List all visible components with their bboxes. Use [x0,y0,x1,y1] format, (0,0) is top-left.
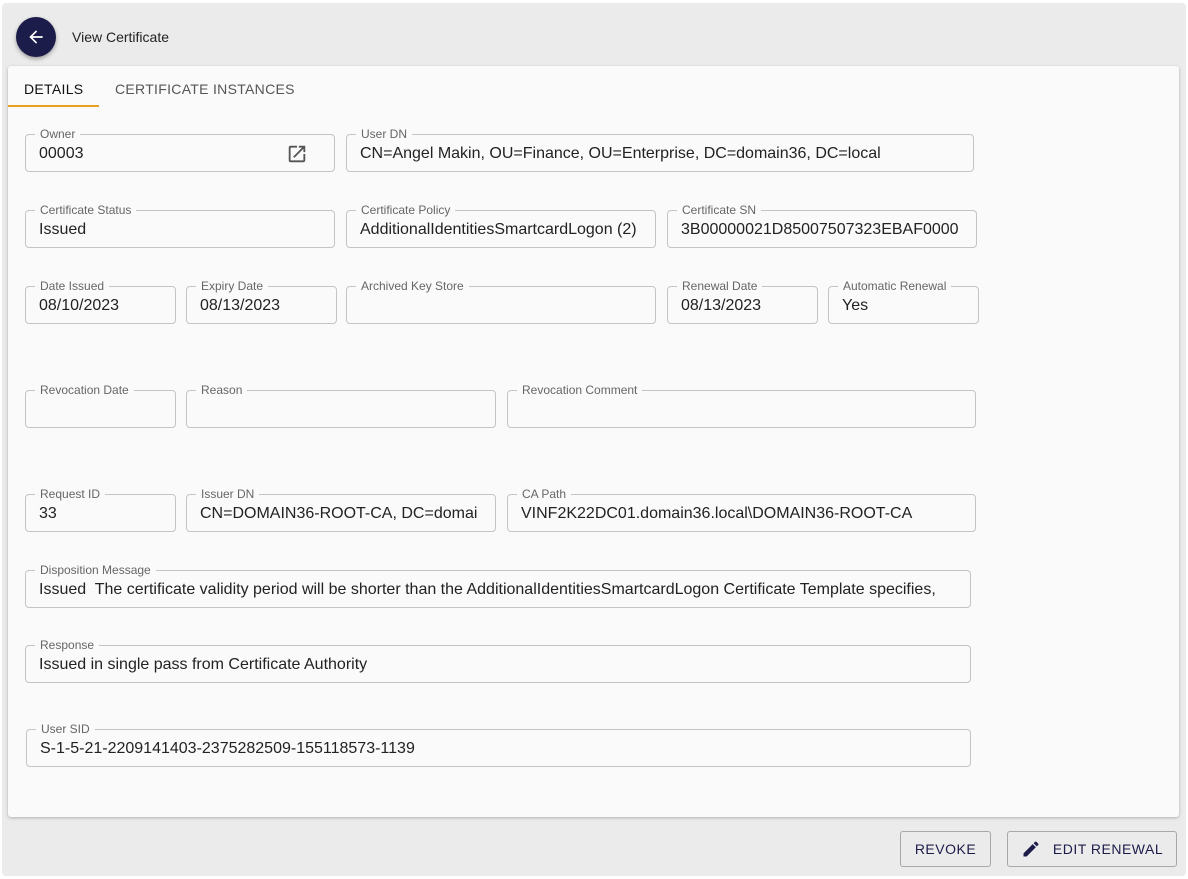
renewal-date-label: Renewal Date [677,278,762,294]
response-value: Issued in single pass from Certificate A… [39,655,960,675]
certificate-status-label: Certificate Status [35,202,136,218]
user-sid-label: User SID [36,721,95,737]
certificate-status-value: Issued [39,220,324,240]
issuer-dn-field[interactable]: Issuer DN CN=DOMAIN36-ROOT-CA, DC=domai [186,494,496,532]
edit-renewal-label: EDIT RENEWAL [1053,841,1163,857]
revocation-date-label: Revocation Date [35,382,134,398]
revocation-comment-label: Revocation Comment [517,382,642,398]
ca-path-value: VINF2K22DC01.domain36.local\DOMAIN36-ROO… [521,504,965,524]
page-title: View Certificate [72,29,169,45]
automatic-renewal-field[interactable]: Automatic Renewal Yes [828,286,979,324]
revoke-button[interactable]: REVOKE [900,831,991,867]
tab-bar: DETAILS CERTIFICATE INSTANCES [8,66,1179,106]
tab-certificate-instances[interactable]: CERTIFICATE INSTANCES [115,66,295,106]
certificate-sn-value: 3B00000021D85007507323EBAF0000 [681,220,966,240]
response-label: Response [35,637,99,653]
user-sid-value: S-1-5-21-2209141403-2375282509-155118573… [40,739,960,759]
revocation-comment-field[interactable]: Revocation Comment [507,390,976,428]
certificate-policy-field[interactable]: Certificate Policy AdditionalIdentitiesS… [346,210,656,248]
owner-label: Owner [35,126,80,142]
automatic-renewal-value: Yes [842,296,968,316]
certificate-sn-label: Certificate SN [677,202,761,218]
request-id-value: 33 [39,504,165,524]
ca-path-label: CA Path [517,486,571,502]
owner-value: 00003 [39,144,324,164]
certificate-policy-value: AdditionalIdentitiesSmartcardLogon (2) [360,220,645,240]
ca-path-field[interactable]: CA Path VINF2K22DC01.domain36.local\DOMA… [507,494,976,532]
owner-field[interactable]: Owner 00003 [25,134,335,172]
archived-key-store-field[interactable]: Archived Key Store [346,286,656,324]
back-button[interactable] [16,17,56,57]
disposition-message-label: Disposition Message [35,562,156,578]
user-sid-field[interactable]: User SID S-1-5-21-2209141403-2375282509-… [26,729,971,767]
request-id-label: Request ID [35,486,105,502]
app-frame: View Certificate DETAILS CERTIFICATE INS… [2,3,1186,876]
response-field[interactable]: Response Issued in single pass from Cert… [25,645,971,683]
renewal-date-field[interactable]: Renewal Date 08/13/2023 [667,286,818,324]
revocation-date-field[interactable]: Revocation Date [25,390,176,428]
reason-field[interactable]: Reason [186,390,496,428]
certificate-sn-field[interactable]: Certificate SN 3B00000021D85007507323EBA… [667,210,977,248]
page-header: View Certificate [2,3,1186,67]
request-id-field[interactable]: Request ID 33 [25,494,176,532]
tab-details[interactable]: DETAILS [24,66,83,106]
renewal-date-value: 08/13/2023 [681,296,807,316]
reason-label: Reason [196,382,247,398]
user-dn-field[interactable]: User DN CN=Angel Makin, OU=Finance, OU=E… [346,134,974,172]
arrow-left-icon [26,27,46,47]
certificate-policy-label: Certificate Policy [356,202,455,218]
pencil-icon [1021,839,1041,859]
active-tab-indicator [8,105,99,107]
expiry-date-label: Expiry Date [196,278,268,294]
user-dn-value: CN=Angel Makin, OU=Finance, OU=Enterpris… [360,144,963,164]
issuer-dn-label: Issuer DN [196,486,259,502]
disposition-message-field[interactable]: Disposition Message Issued The certifica… [25,570,971,608]
issuer-dn-value: CN=DOMAIN36-ROOT-CA, DC=domai [200,504,485,524]
date-issued-field[interactable]: Date Issued 08/10/2023 [25,286,176,324]
certificate-status-field[interactable]: Certificate Status Issued [25,210,335,248]
automatic-renewal-label: Automatic Renewal [838,278,951,294]
expiry-date-field[interactable]: Expiry Date 08/13/2023 [186,286,337,324]
user-dn-label: User DN [356,126,412,142]
open-in-new-icon[interactable] [286,143,308,165]
date-issued-value: 08/10/2023 [39,296,165,316]
expiry-date-value: 08/13/2023 [200,296,326,316]
details-card: DETAILS CERTIFICATE INSTANCES Owner 0000… [8,66,1179,817]
archived-key-store-label: Archived Key Store [356,278,469,294]
disposition-message-value: Issued The certificate validity period w… [39,580,960,600]
edit-renewal-button[interactable]: EDIT RENEWAL [1007,831,1177,867]
date-issued-label: Date Issued [35,278,109,294]
